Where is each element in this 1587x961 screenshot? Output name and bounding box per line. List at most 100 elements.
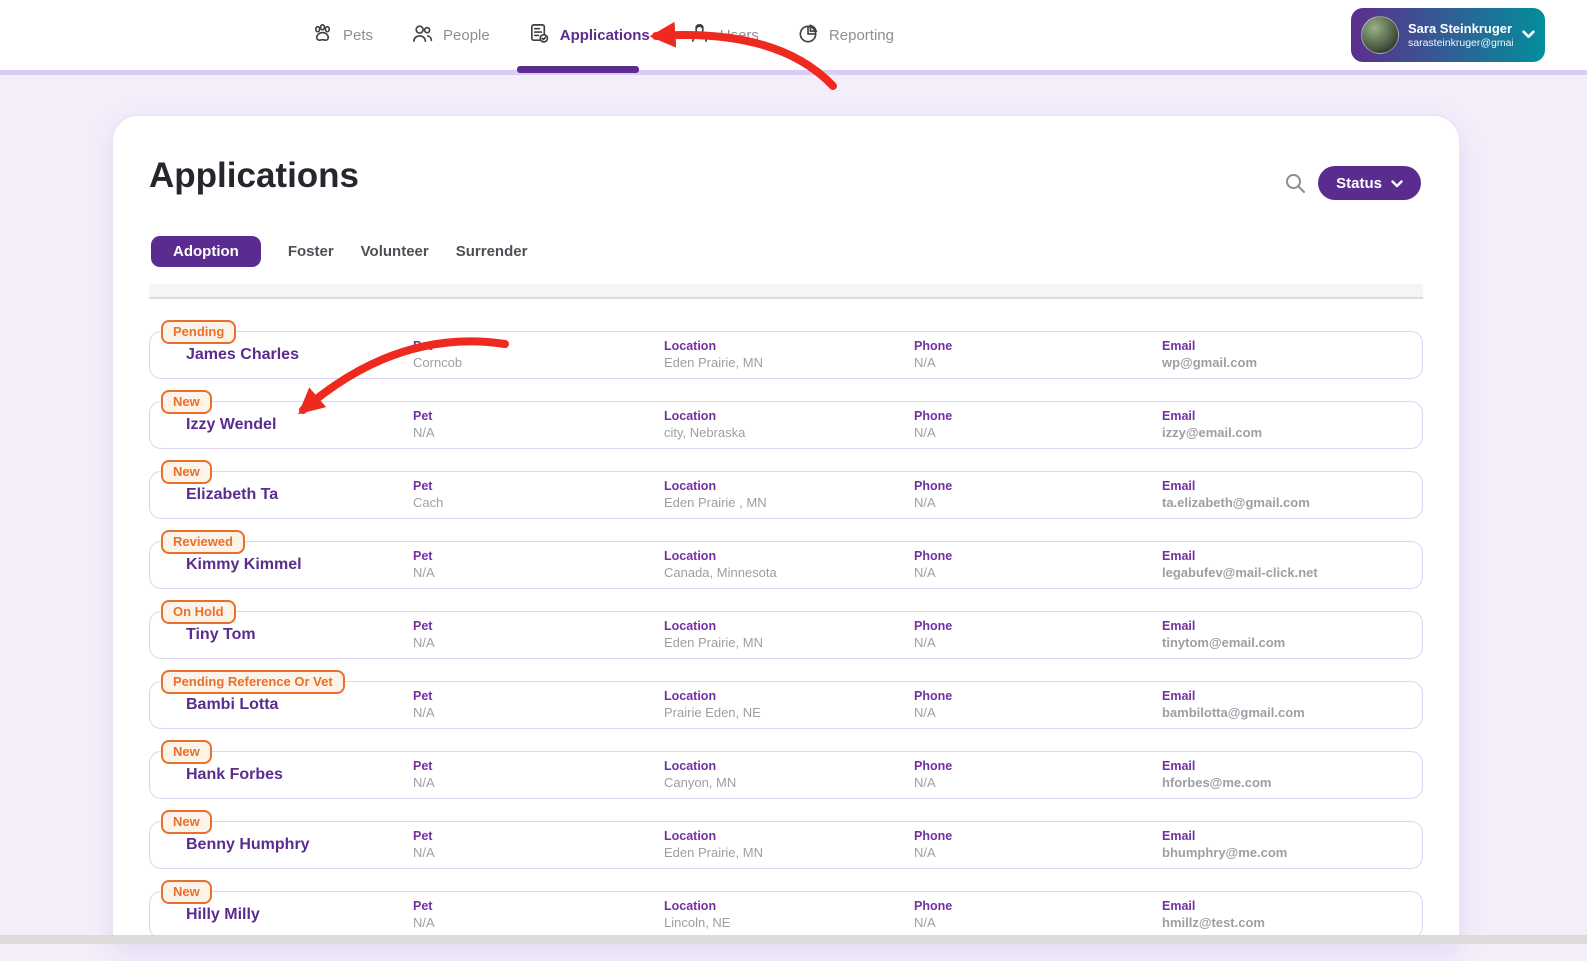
applications-card: Applications Status Adoption Foster Volu… [112,115,1460,944]
pet-label: Pet [413,689,433,703]
email-label: Email [1162,689,1196,703]
pet-cell: Pet N/A [413,822,664,868]
email-link[interactable]: legabufev@mail-click.net [1162,565,1422,581]
main-nav: Pets People Applications Users Reporting [311,0,894,70]
pet-value: N/A [413,565,435,580]
pet-value: Cach [413,495,444,510]
email-link[interactable]: wp@gmail.com [1162,355,1422,371]
phone-cell: Phone N/A [914,542,1162,588]
location-label: Location [664,479,717,493]
window-bottom-edge [0,935,1587,944]
applications-list: Pending James Charles Pet Corncob Locati… [149,320,1423,961]
tab-foster[interactable]: Foster [288,236,334,267]
location-cell: Location Canada, Minnesota [664,542,914,588]
application-row[interactable]: New Benny Humphry Pet N/A Location Eden … [149,810,1423,869]
active-nav-indicator [517,66,639,73]
tab-adoption[interactable]: Adoption [151,236,261,267]
status-filter-label: Status [1336,174,1382,192]
application-row[interactable]: Pending James Charles Pet Corncob Locati… [149,320,1423,379]
phone-label: Phone [914,829,953,843]
user-menu-button[interactable]: Sara Steinkruger sarasteinkruger@gmail.c… [1351,8,1545,62]
phone-label: Phone [914,339,953,353]
status-badge: On Hold [161,600,236,624]
phone-value: N/A [914,495,936,510]
location-cell: Location Eden Prairie, MN [664,822,914,868]
status-badge: Pending [161,320,237,344]
application-row[interactable]: New Hilly Milly Pet N/A Location Lincoln… [149,880,1423,939]
email-cell: Email wp@gmail.com [1162,332,1422,378]
phone-cell: Phone N/A [914,822,1162,868]
phone-cell: Phone N/A [914,682,1162,728]
pet-cell: Pet N/A [413,752,664,798]
email-link[interactable]: bambilotta@gmail.com [1162,705,1422,721]
pet-label: Pet [413,339,433,353]
search-button[interactable] [1283,171,1307,195]
nav-item-users[interactable]: Users [688,22,759,49]
nav-label: Pets [343,26,374,44]
application-type-tabs: Adoption Foster Volunteer Surrender [151,236,527,267]
tab-volunteer[interactable]: Volunteer [361,236,429,267]
pet-cell: Pet N/A [413,892,664,938]
nav-item-applications[interactable]: Applications [528,22,650,49]
pet-cell: Pet N/A [413,682,664,728]
nav-label: Applications [559,26,650,44]
phone-label: Phone [914,549,953,563]
pet-value: N/A [413,775,435,790]
status-filter-button[interactable]: Status [1318,166,1421,200]
application-row[interactable]: Reviewed Kimmy Kimmel Pet N/A Location C… [149,530,1423,589]
email-label: Email [1162,409,1196,423]
phone-value: N/A [914,775,936,790]
email-link[interactable]: ta.elizabeth@gmail.com [1162,495,1422,511]
email-cell: Email hforbes@me.com [1162,752,1422,798]
email-link[interactable]: bhumphry@me.com [1162,845,1422,861]
user-name: Sara Steinkruger [1408,20,1513,36]
phone-label: Phone [914,479,953,493]
application-row-card: James Charles Pet Corncob Location Eden … [149,331,1423,379]
phone-label: Phone [914,759,953,773]
email-link[interactable]: izzy@email.com [1162,425,1422,441]
pet-value: N/A [413,915,435,930]
application-row[interactable]: Pending Reference Or Vet Bambi Lotta Pet… [149,670,1423,729]
location-cell: Location Eden Prairie, MN [664,332,914,378]
application-row[interactable]: New Elizabeth Ta Pet Cach Location Eden … [149,460,1423,519]
email-label: Email [1162,759,1196,773]
email-link[interactable]: hforbes@me.com [1162,775,1422,791]
nav-item-pets[interactable]: Pets [311,22,373,49]
pet-cell: Pet N/A [413,402,664,448]
application-row[interactable]: New Izzy Wendel Pet N/A Location city, N… [149,390,1423,449]
location-label: Location [664,339,717,353]
application-row-card: Kimmy Kimmel Pet N/A Location Canada, Mi… [149,541,1423,589]
email-link[interactable]: tinytom@email.com [1162,635,1422,651]
pet-value: N/A [413,845,435,860]
email-label: Email [1162,899,1196,913]
pet-cell: Pet Corncob [413,332,664,378]
application-row-card: Benny Humphry Pet N/A Location Eden Prai… [149,821,1423,869]
paw-icon [311,22,334,49]
phone-cell: Phone N/A [914,752,1162,798]
email-label: Email [1162,619,1196,633]
email-label: Email [1162,479,1196,493]
application-row[interactable]: On Hold Tiny Tom Pet N/A Location Eden P… [149,600,1423,659]
people-icon [411,22,434,49]
application-row-card: Izzy Wendel Pet N/A Location city, Nebra… [149,401,1423,449]
tab-surrender[interactable]: Surrender [456,236,528,267]
user-email: sarasteinkruger@gmail.c... [1408,36,1513,49]
phone-label: Phone [914,689,953,703]
status-badge: Reviewed [161,530,245,554]
user-icon [688,22,711,49]
status-badge: Pending Reference Or Vet [161,670,345,694]
nav-item-people[interactable]: People [411,22,490,49]
application-row[interactable]: New Hank Forbes Pet N/A Location Canyon,… [149,740,1423,799]
email-label: Email [1162,829,1196,843]
nav-item-reporting[interactable]: Reporting [797,22,894,49]
application-row-card: Elizabeth Ta Pet Cach Location Eden Prai… [149,471,1423,519]
header-divider [0,70,1587,75]
pet-label: Pet [413,409,433,423]
email-cell: Email hmillz@test.com [1162,892,1422,938]
email-link[interactable]: hmillz@test.com [1162,915,1422,931]
phone-value: N/A [914,565,936,580]
pet-cell: Pet Cach [413,472,664,518]
chevron-down-icon [1391,175,1403,192]
phone-value: N/A [914,915,936,930]
nav-label: Reporting [828,26,894,44]
